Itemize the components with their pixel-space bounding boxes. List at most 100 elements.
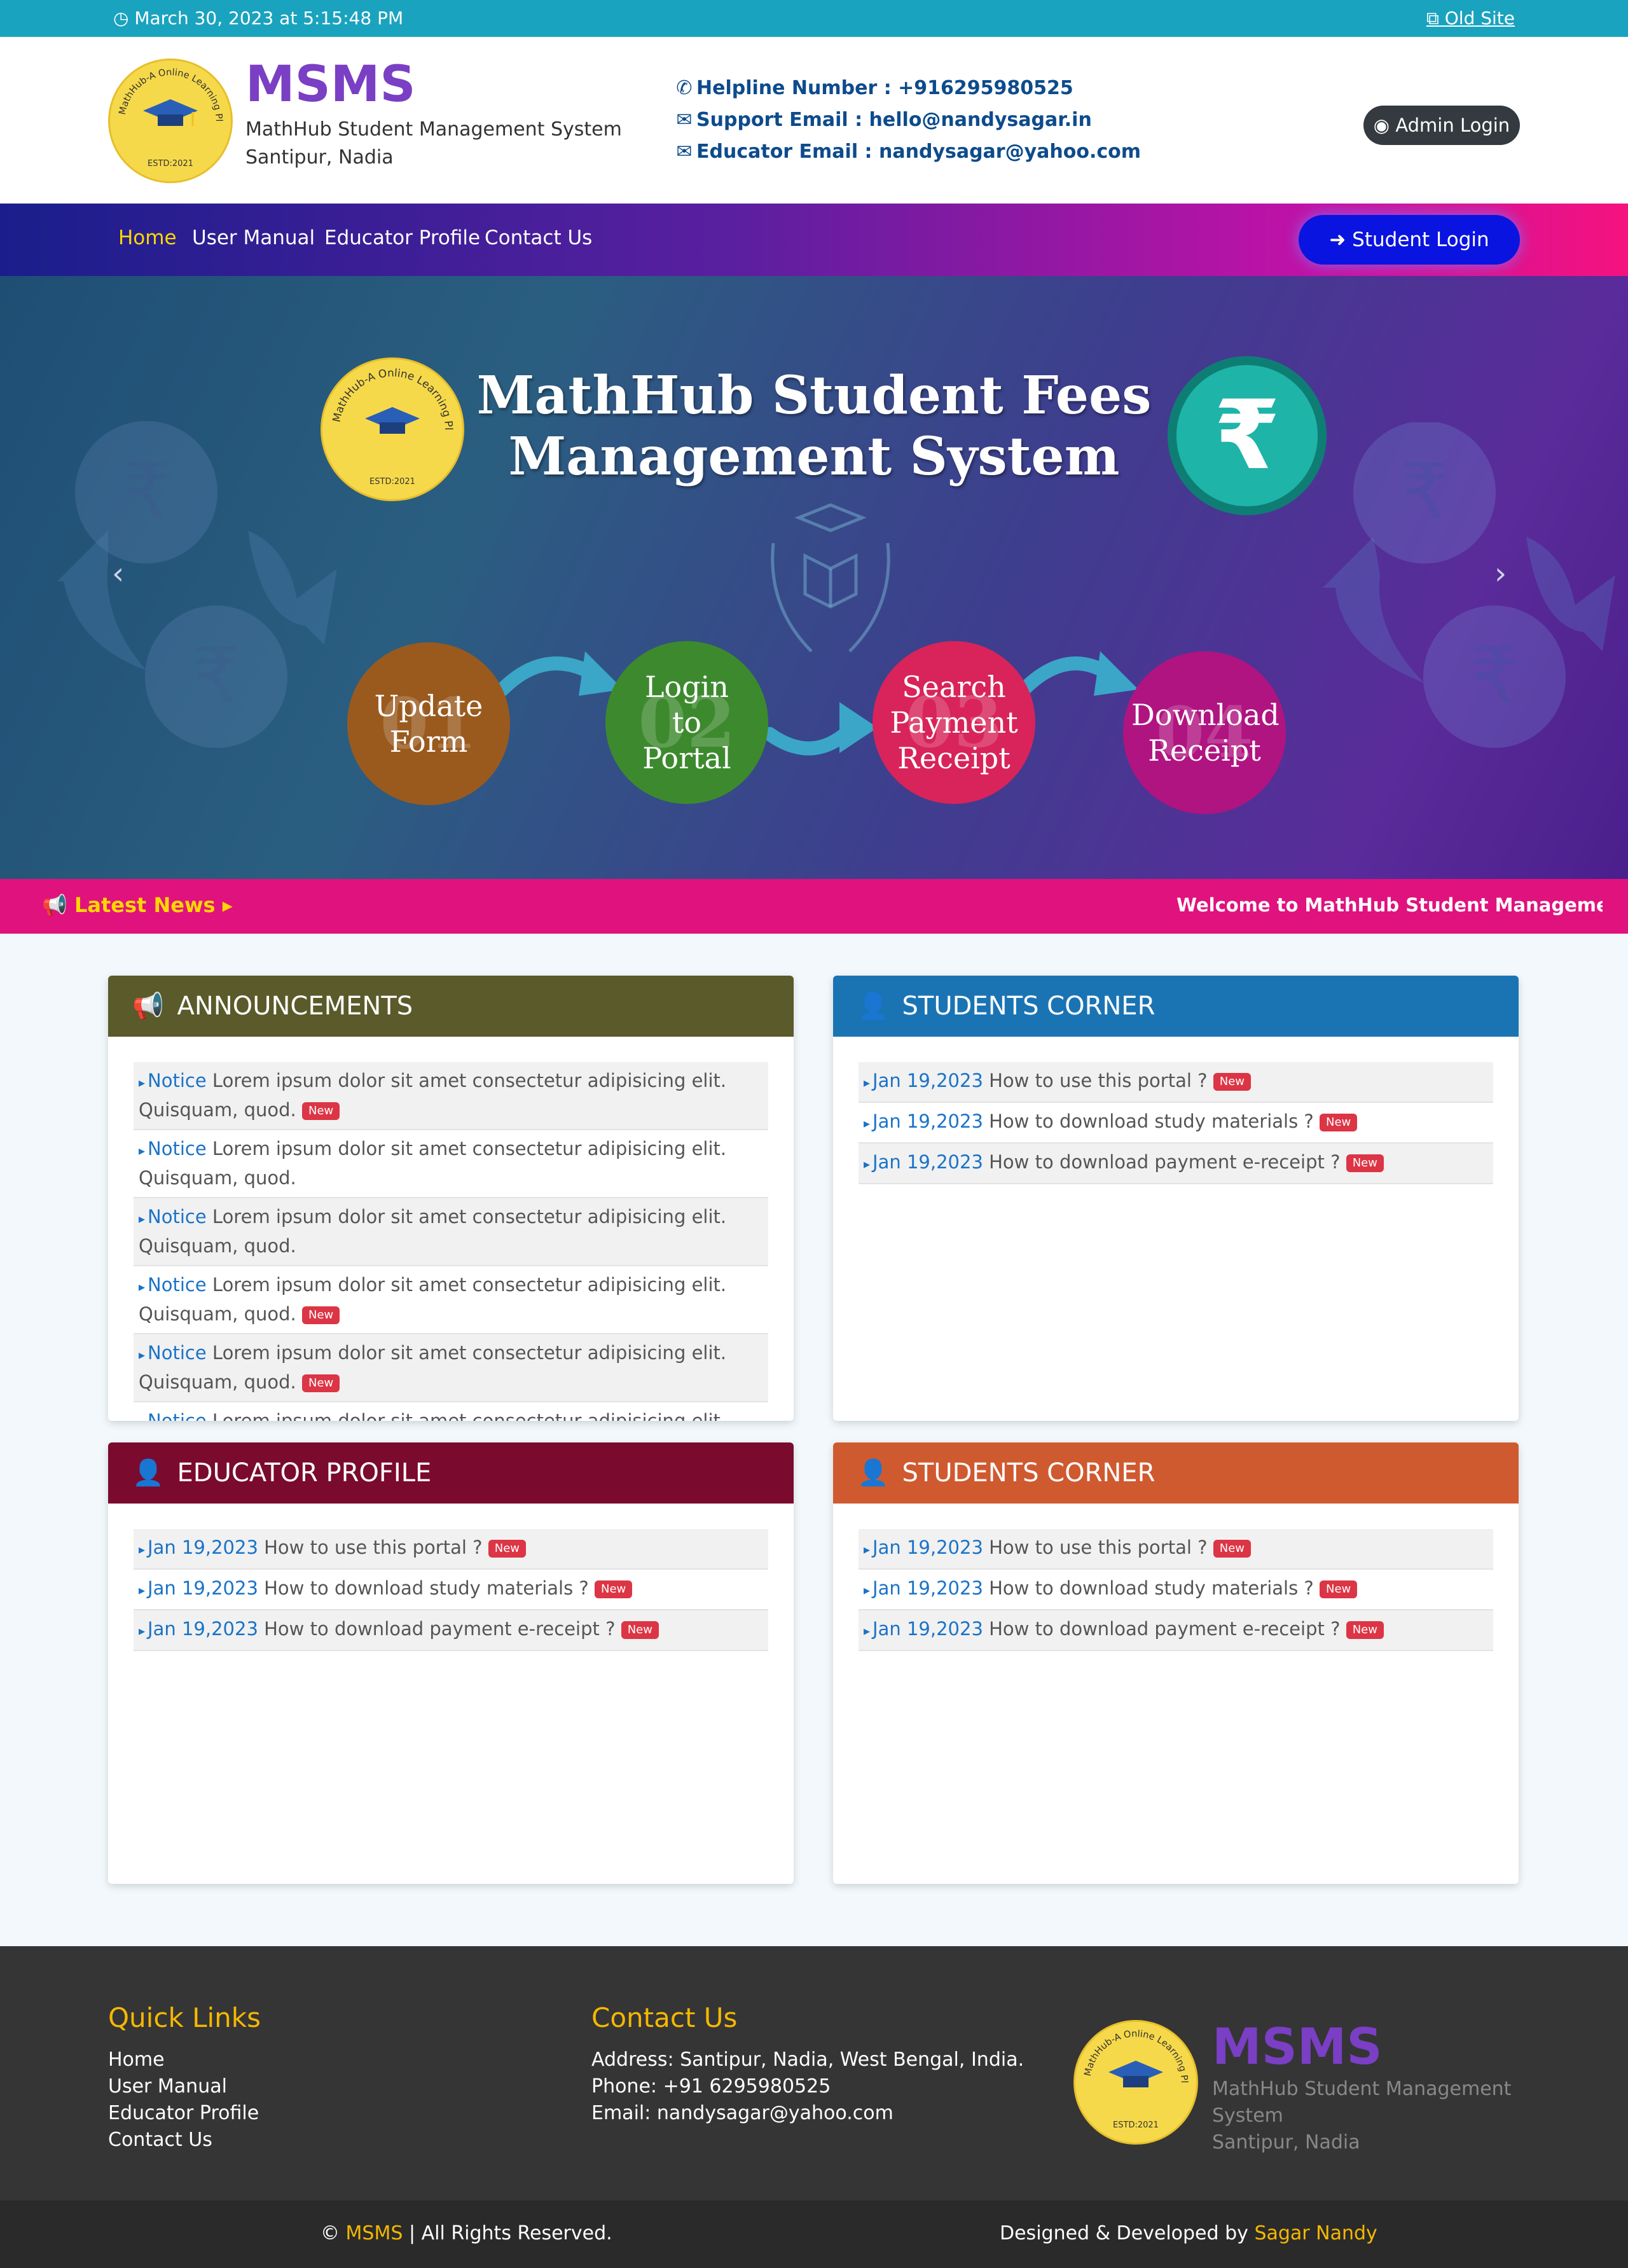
list-item-text: Lorem ipsum dolor sit amet consectetur a… — [139, 1342, 727, 1393]
list-item-tag[interactable]: Notice — [148, 1274, 207, 1296]
helpline-text: Helpline Number : +916295980525 — [696, 77, 1073, 99]
site-logo[interactable]: MathHub-A Online Learning Platform ESTD:… — [108, 59, 233, 183]
students-corner-list: ▸ Jan 19,2023 How to use this portal ? Ne… — [833, 1037, 1519, 1184]
list-item-tag[interactable]: Jan 19,2023 — [148, 1577, 258, 1599]
admin-login-button[interactable]: ◉ Admin Login — [1363, 106, 1520, 145]
svg-text:₹: ₹ — [1400, 448, 1449, 536]
support-email-text: Support Email : hello@nandysagar.in — [696, 109, 1092, 131]
caret-right-icon: ▸ — [139, 1075, 146, 1090]
copyright-suffix: | All Rights Reserved. — [408, 2222, 612, 2244]
list-item-text: Lorem ipsum dolor sit amet consectetur a… — [139, 1274, 727, 1325]
student-login-button[interactable]: ➜ Student Login — [1299, 215, 1520, 265]
svg-text:₹: ₹ — [1470, 632, 1519, 721]
hero-carousel: ₹ ₹ ₹ ₹ MathHub-A Online Learning Platfo… — [0, 276, 1628, 879]
list-item[interactable]: ▸Notice Lorem ipsum dolor sit amet conse… — [134, 1130, 768, 1198]
list-item-text: Lorem ipsum dolor sit amet consectetur a… — [139, 1206, 727, 1257]
nav-item-user-manual[interactable]: User Manual — [192, 226, 315, 249]
students-corner-list-2: ▸ Jan 19,2023 How to use this portal ? Ne… — [833, 1504, 1519, 1651]
step-search-receipt: 03 Search Payment Receipt — [873, 641, 1035, 804]
list-item-text: How to download payment e-receipt ? — [989, 1618, 1341, 1640]
list-item[interactable]: ▸Notice Lorem ipsum dolor sit amet conse… — [134, 1266, 768, 1334]
copyright-brand-link[interactable]: MSMS — [346, 2222, 403, 2244]
list-item-tag[interactable]: Notice — [148, 1138, 207, 1159]
caret-right-icon: ▸ — [864, 1156, 871, 1172]
new-badge: New — [488, 1540, 526, 1558]
footer-link-user-manual[interactable]: User Manual — [108, 2073, 259, 2100]
copyright-text: © MSMS | All Rights Reserved. — [321, 2222, 612, 2244]
footer-link-home[interactable]: Home — [108, 2047, 259, 2073]
list-item[interactable]: ▸Notice Lorem ipsum dolor sit amet conse… — [134, 1334, 768, 1402]
list-item[interactable]: ▸ Jan 19,2023 How to download study mater… — [859, 1570, 1493, 1610]
list-item-tag[interactable]: Notice — [148, 1206, 207, 1227]
nav-item-contact-us[interactable]: Contact Us — [485, 226, 592, 249]
educator-email-row[interactable]: ✉ Educator Email : nandysagar@yahoo.com — [676, 136, 1141, 168]
bullhorn-icon: 📢 — [132, 992, 164, 1021]
list-item[interactable]: ▸Notice Lorem ipsum dolor sit amet conse… — [134, 1062, 768, 1130]
carousel-next-chevron-icon[interactable]: › — [1494, 556, 1507, 591]
list-item-text: How to use this portal ? — [989, 1537, 1208, 1558]
list-item[interactable]: ▸ Jan 19,2023 How to download study mater… — [134, 1570, 768, 1610]
list-item-text: Lorem ipsum dolor sit amet consectetur a… — [139, 1138, 727, 1189]
list-item-text: Lorem ipsum dolor sit amet consectetur a… — [139, 1070, 727, 1121]
list-item[interactable]: ▸ Jan 19,2023 How to use this portal ? Ne… — [134, 1529, 768, 1570]
list-item[interactable]: ▸Notice Lorem ipsum dolor sit amet conse… — [134, 1402, 768, 1421]
list-item[interactable]: ▸Notice Lorem ipsum dolor sit amet conse… — [134, 1198, 768, 1266]
old-site-link[interactable]: ⧉ Old Site — [1426, 8, 1515, 29]
announcements-list: ▸ Notice Lorem ipsum dolor sit amet conse… — [108, 1037, 794, 1421]
caret-right-icon: ▸ — [864, 1623, 871, 1638]
flow-arrows — [496, 651, 1138, 756]
list-item-tag[interactable]: Jan 19,2023 — [873, 1537, 983, 1558]
student-login-label: Student Login — [1352, 228, 1489, 251]
list-item-tag[interactable]: Jan 19,2023 — [873, 1110, 983, 1132]
list-item[interactable]: ▸ Jan 19,2023 How to use this portal ? Ne… — [859, 1062, 1493, 1103]
step-label: Search Payment Receipt — [890, 670, 1018, 775]
list-item[interactable]: ▸ Jan 19,2023 How to use this portal ? Ne… — [859, 1529, 1493, 1570]
caret-right-icon: ▸ — [139, 1582, 146, 1598]
footer-logo[interactable]: MathHub-A Online Learning Platform ESTD:… — [1073, 2020, 1198, 2145]
list-item-tag[interactable]: Notice — [148, 1410, 207, 1421]
list-item[interactable]: ▸ Jan 19,2023 How to download payment e-r… — [859, 1144, 1493, 1184]
top-bar: ◷ March 30, 2023 at 5:15:48 PM ⧉ Old Sit… — [0, 0, 1628, 37]
latest-news-text: Latest News — [74, 893, 216, 917]
footer-address: Address: Santipur, Nadia, West Bengal, I… — [591, 2049, 1024, 2071]
educator-profile-title: EDUCATOR PROFILE — [177, 1458, 432, 1488]
contact-details: Address: Santipur, Nadia, West Bengal, I… — [591, 2047, 1024, 2127]
list-item-text: How to download study materials ? — [989, 1110, 1314, 1132]
brand-title: MSMS — [245, 56, 416, 113]
announcements-title: ANNOUNCEMENTS — [177, 992, 413, 1021]
step-label: Download Receipt — [1131, 698, 1280, 768]
footer-link-educator-profile[interactable]: Educator Profile — [108, 2100, 259, 2127]
site-header: MathHub-A Online Learning Platform ESTD:… — [0, 37, 1628, 204]
contact-info: ✆ Helpline Number : +916295980525 ✉ Suppor… — [676, 73, 1141, 168]
clock-icon: ◷ — [113, 8, 129, 29]
carousel-prev-chevron-icon[interactable]: ‹ — [112, 556, 124, 591]
author-link[interactable]: Sagar Nandy — [1254, 2222, 1377, 2244]
list-item-tag[interactable]: Jan 19,2023 — [873, 1577, 983, 1599]
caret-right-icon: ▸ — [139, 1279, 146, 1294]
step-update-form: 01 Update Form — [347, 642, 510, 805]
news-ticker[interactable]: Welcome to MathHub Student Management Sy — [1176, 894, 1603, 916]
list-item-tag[interactable]: Jan 19,2023 — [873, 1618, 983, 1640]
footer-email[interactable]: Email: nandysagar@yahoo.com — [591, 2100, 1024, 2127]
list-item-tag[interactable]: Jan 19,2023 — [873, 1151, 983, 1173]
list-item-tag[interactable]: Notice — [148, 1342, 207, 1364]
list-item-tag[interactable]: Jan 19,2023 — [148, 1537, 258, 1558]
list-item[interactable]: ▸ Jan 19,2023 How to download payment e-r… — [134, 1610, 768, 1651]
caret-right-icon: ▸ — [864, 1116, 871, 1131]
logo-estd: ESTD:2021 — [148, 159, 193, 169]
helpline-row[interactable]: ✆ Helpline Number : +916295980525 — [676, 73, 1141, 104]
footer-link-contact-us[interactable]: Contact Us — [108, 2127, 259, 2154]
footer-phone[interactable]: Phone: +91 6295980525 — [591, 2073, 1024, 2100]
new-badge: New — [1346, 1621, 1384, 1639]
list-item[interactable]: ▸ Jan 19,2023 How to download payment e-r… — [859, 1610, 1493, 1651]
nav-item-educator-profile[interactable]: Educator Profile — [324, 226, 480, 249]
support-email-row[interactable]: ✉ Support Email : hello@nandysagar.in — [676, 104, 1141, 136]
list-item-tag[interactable]: Notice — [148, 1070, 207, 1091]
nav-item-home[interactable]: Home — [118, 226, 177, 249]
list-item-tag[interactable]: Jan 19,2023 — [148, 1618, 258, 1640]
list-item[interactable]: ▸ Jan 19,2023 How to download study mater… — [859, 1103, 1493, 1144]
list-item-tag[interactable]: Jan 19,2023 — [873, 1070, 983, 1091]
footer-brand-title: MSMS — [1212, 2019, 1383, 2076]
list-item-text: How to download payment e-receipt ? — [989, 1151, 1341, 1173]
educator-profile-list: ▸ Jan 19,2023 How to use this portal ? Ne… — [108, 1504, 794, 1651]
